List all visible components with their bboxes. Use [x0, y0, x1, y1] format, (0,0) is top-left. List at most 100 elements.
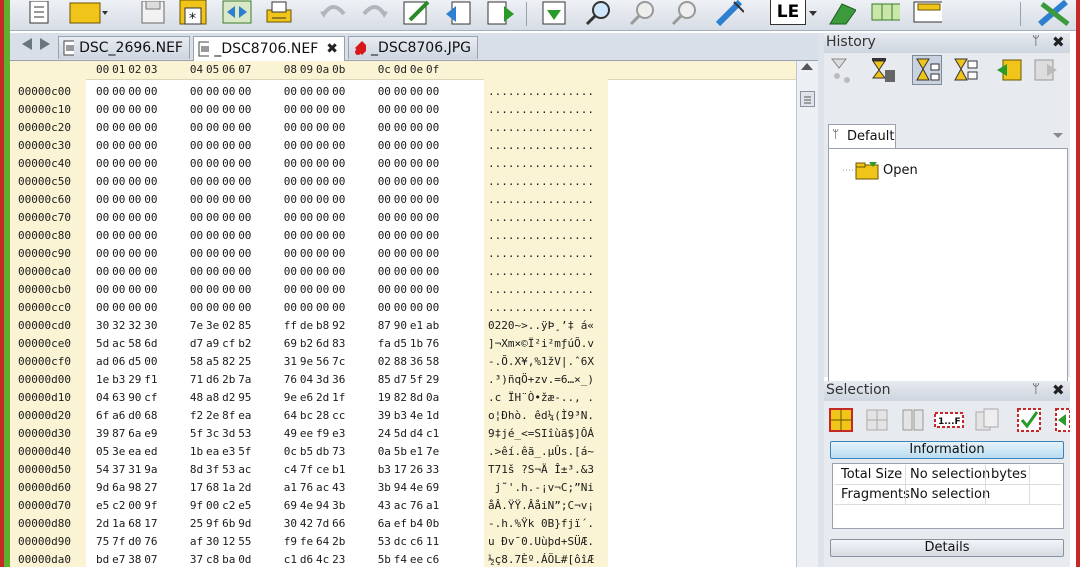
hex-byte[interactable]: 00 — [222, 103, 235, 116]
hex-byte[interactable]: 68 — [128, 517, 141, 530]
hex-byte[interactable]: fa — [378, 337, 391, 350]
hex-byte[interactable]: 00 — [284, 139, 297, 152]
hex-byte[interactable]: 00 — [206, 121, 219, 134]
hex-byte[interactable]: 58 — [128, 337, 141, 350]
hex-byte[interactable]: 27 — [144, 481, 157, 494]
hex-byte[interactable]: 49 — [284, 427, 297, 440]
hex-byte[interactable]: fe — [300, 535, 313, 548]
hex-byte[interactable]: 00 — [426, 193, 439, 206]
hex-byte[interactable]: c4 — [284, 463, 297, 476]
hex-byte[interactable]: 00 — [222, 175, 235, 188]
hex-byte[interactable]: 00 — [426, 211, 439, 224]
hex-byte[interactable]: cf — [222, 337, 235, 350]
hex-byte[interactable]: 7a — [238, 373, 251, 386]
hex-byte[interactable]: 00 — [394, 265, 407, 278]
hex-byte[interactable]: 00 — [128, 193, 141, 206]
hex-byte[interactable]: 07 — [144, 553, 157, 566]
hex-byte[interactable]: 00 — [222, 139, 235, 152]
hex-byte[interactable]: 1d — [426, 409, 439, 422]
hex-row[interactable]: 00000d50 54 37 31 9a 8d 3f 53 ac c4 7f ce b1 b3 17 26 33… — [10, 461, 796, 479]
hourglass-branch-icon[interactable] — [912, 55, 942, 85]
hex-byte[interactable]: 00 — [238, 193, 251, 206]
hex-byte[interactable]: 00 — [378, 85, 391, 98]
hex-row-ascii[interactable]: -.h.%Ÿk 0B}fjï´. — [488, 517, 594, 530]
hex-row[interactable]: 00000d00 1e b3 29 f1 71 d6 2b 7a 76 04 3d 36 85 d7 5f 29… — [10, 371, 796, 389]
tab-dsc-2696-nef[interactable]: DSC_2696.NEF — [58, 36, 190, 59]
hex-byte[interactable]: 33 — [426, 463, 439, 476]
hex-byte[interactable]: 00 — [222, 283, 235, 296]
hex-byte[interactable]: d0 — [128, 535, 141, 548]
hex-byte[interactable]: 00 — [300, 247, 313, 260]
hex-byte[interactable]: 2d — [96, 517, 109, 530]
hex-byte[interactable]: 00 — [206, 499, 219, 512]
hex-byte[interactable]: 92 — [332, 319, 345, 332]
save-icon[interactable] — [138, 0, 168, 26]
hex-byte[interactable]: 3d — [222, 427, 235, 440]
hex-row-ascii[interactable]: ................ — [488, 229, 594, 242]
hex-byte[interactable]: 53 — [378, 535, 391, 548]
hex-byte[interactable]: 00 — [96, 157, 109, 170]
hex-byte[interactable]: 6a — [112, 481, 125, 494]
hex-row-ascii[interactable]: ................ — [488, 247, 594, 260]
hex-byte[interactable]: b8 — [316, 319, 329, 332]
hex-byte[interactable]: 00 — [128, 229, 141, 242]
hex-byte[interactable]: 6d — [144, 337, 157, 350]
hex-byte[interactable]: 00 — [238, 283, 251, 296]
hex-byte[interactable]: d0 — [128, 409, 141, 422]
hex-byte[interactable]: e1 — [410, 319, 423, 332]
scroll-up-icon[interactable] — [801, 63, 813, 70]
hex-byte[interactable]: 48 — [190, 391, 203, 404]
hex-byte[interactable]: e5 — [96, 499, 109, 512]
hex-row-ascii[interactable]: ................ — [488, 193, 594, 206]
hex-byte[interactable]: 00 — [112, 211, 125, 224]
hex-byte[interactable]: 00 — [332, 139, 345, 152]
hex-byte[interactable]: 02 — [222, 319, 235, 332]
select-more-icon[interactable] — [1052, 405, 1070, 435]
hex-byte[interactable]: 00 — [284, 175, 297, 188]
hex-byte[interactable]: 00 — [96, 193, 109, 206]
hex-byte[interactable]: ee — [300, 427, 313, 440]
hex-byte[interactable]: 26 — [410, 463, 423, 476]
hex-byte[interactable]: 88 — [394, 355, 407, 368]
hex-byte[interactable]: 00 — [394, 139, 407, 152]
hex-byte[interactable]: 00 — [394, 283, 407, 296]
hex-byte[interactable]: 90 — [128, 391, 141, 404]
hex-byte[interactable]: 4e — [410, 481, 423, 494]
hex-byte[interactable]: 0a — [378, 445, 391, 458]
hex-row-ascii[interactable]: ................ — [488, 121, 594, 134]
hex-byte[interactable]: 9f — [144, 499, 157, 512]
hex-byte[interactable]: 00 — [300, 193, 313, 206]
hex-byte[interactable]: 00 — [96, 85, 109, 98]
hex-row[interactable]: 00000d30 39 87 6a e9 5f 3c 3d 53 49 ee f9 e3 24 5d d4 c1… — [10, 425, 796, 443]
hex-byte[interactable]: 94 — [316, 499, 329, 512]
hex-byte[interactable]: b1 — [332, 463, 345, 476]
hex-row[interactable]: 00000c60 00 00 00 00 00 00 00 00 00 00 00 00 00 00 00 00… — [10, 191, 796, 209]
hex-byte[interactable]: 00 — [238, 85, 251, 98]
hex-byte[interactable]: 00 — [144, 355, 157, 368]
hex-byte[interactable]: 64 — [316, 535, 329, 548]
hex-byte[interactable]: 00 — [128, 121, 141, 134]
open-file-icon[interactable] — [68, 0, 108, 26]
hex-byte[interactable]: 2b — [332, 535, 345, 548]
hex-byte[interactable]: 00 — [222, 229, 235, 242]
hex-row-ascii[interactable]: T71š ?S¬Ä Î±³.&3 — [488, 463, 594, 476]
hex-byte[interactable]: f9 — [316, 427, 329, 440]
hex-byte[interactable]: 00 — [238, 121, 251, 134]
compare-icon[interactable] — [222, 0, 252, 26]
hex-byte[interactable]: 58 — [190, 355, 203, 368]
hex-byte[interactable]: 29 — [128, 373, 141, 386]
hex-byte[interactable]: 00 — [206, 193, 219, 206]
hex-byte[interactable]: 00 — [112, 283, 125, 296]
hex-byte[interactable]: 00 — [96, 175, 109, 188]
hex-byte[interactable]: 00 — [206, 283, 219, 296]
hex-byte[interactable]: 02 — [378, 355, 391, 368]
hex-byte[interactable]: 00 — [96, 103, 109, 116]
hex-byte[interactable]: 37 — [190, 553, 203, 566]
hex-byte[interactable]: 00 — [190, 265, 203, 278]
hex-byte[interactable]: 00 — [316, 211, 329, 224]
hex-byte[interactable]: 00 — [190, 211, 203, 224]
hex-byte[interactable]: 1f — [332, 391, 345, 404]
hex-byte[interactable]: 00 — [206, 247, 219, 260]
hex-byte[interactable]: 00 — [284, 85, 297, 98]
details-button[interactable]: Details — [830, 539, 1064, 557]
